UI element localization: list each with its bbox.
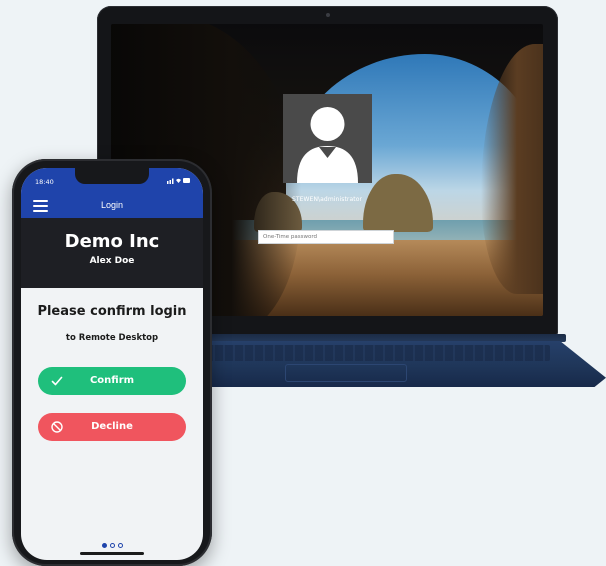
decline-button[interactable]: Decline <box>38 413 186 441</box>
phone-notch <box>75 168 149 184</box>
page-dot[interactable] <box>109 543 115 548</box>
status-bar: 18:40 <box>21 168 203 194</box>
otp-input[interactable] <box>258 230 394 244</box>
webcam <box>325 13 330 17</box>
page-dot[interactable] <box>117 543 123 548</box>
confirm-button[interactable]: Confirm <box>38 367 186 395</box>
user-name: Alex Doe <box>89 256 135 266</box>
company-panel: Demo Inc Alex Doe <box>21 218 203 288</box>
app-title: Login <box>100 200 124 210</box>
login-username: STEWEN\administrator <box>291 196 363 203</box>
status-time: 18:40 <box>35 178 54 186</box>
confirm-label: Confirm <box>89 375 135 386</box>
page-indicator <box>21 543 203 548</box>
signal-wifi-battery-icon <box>167 177 191 186</box>
page-dot[interactable] <box>101 543 107 548</box>
user-avatar <box>283 94 372 183</box>
home-indicator[interactable] <box>80 552 144 555</box>
laptop-keyboard <box>205 345 550 361</box>
phone: 18:40 Login Demo Inc Alex Doe Please con… <box>12 159 212 566</box>
phone-screen: 18:40 Login Demo Inc Alex Doe Please con… <box>21 168 203 560</box>
user-silhouette-icon <box>297 107 358 183</box>
confirm-subtitle: to Remote Desktop <box>65 333 159 343</box>
company-name: Demo Inc <box>64 231 160 252</box>
laptop-trackpad <box>285 364 407 382</box>
app-bar: Login <box>21 194 203 218</box>
decline-label: Decline <box>91 421 133 432</box>
confirm-title: Please confirm login <box>37 304 187 319</box>
